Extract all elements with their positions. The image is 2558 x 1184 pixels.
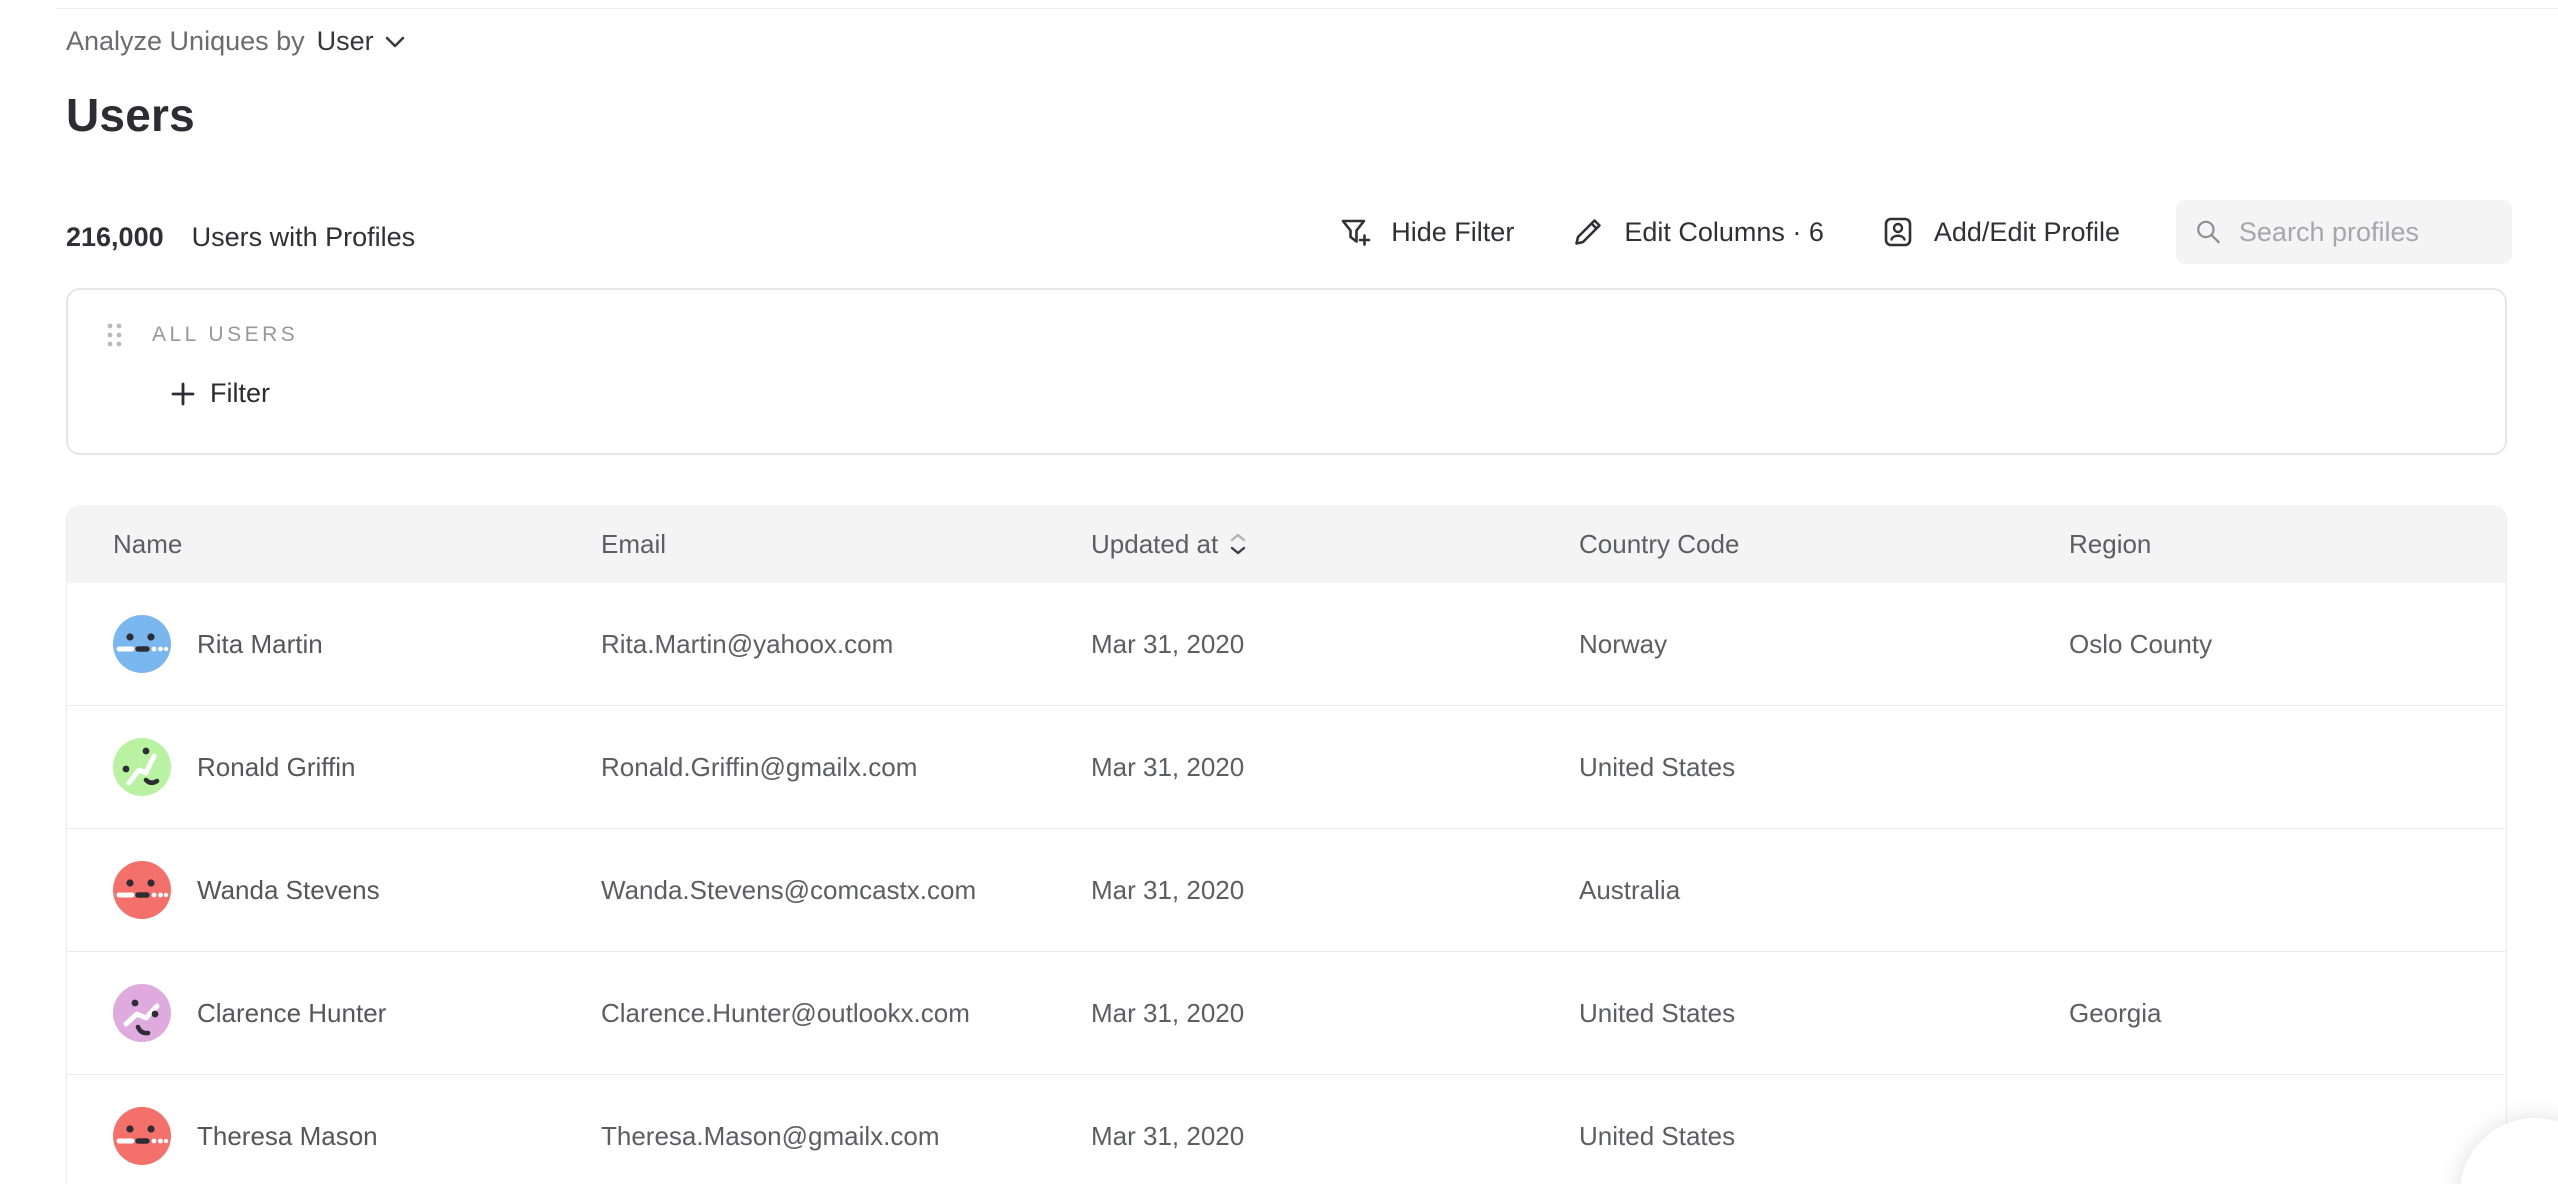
- sort-icon: [1230, 533, 1246, 555]
- user-email: Theresa.Mason@gmailx.com: [601, 1121, 1091, 1152]
- search-profiles-input[interactable]: [2239, 217, 2494, 248]
- avatar: [113, 738, 171, 796]
- column-header-email: Email: [601, 529, 1091, 560]
- table-row[interactable]: Theresa Mason Theresa.Mason@gmailx.com M…: [67, 1075, 2506, 1184]
- user-updated-at: Mar 31, 2020: [1091, 629, 1579, 660]
- analyze-uniques-label: Analyze Uniques by: [66, 26, 305, 57]
- user-email: Rita.Martin@yahoox.com: [601, 629, 1091, 660]
- profiles-count: 216,000: [66, 222, 164, 253]
- chevron-down-icon: [384, 35, 406, 49]
- avatar: [113, 984, 171, 1042]
- avatar: [113, 615, 171, 673]
- profiles-table: Name Email Updated at Country Code Regio…: [66, 505, 2507, 1184]
- column-header-updated-at[interactable]: Updated at: [1091, 529, 1579, 560]
- avatar: [113, 1107, 171, 1165]
- user-country: Norway: [1579, 629, 2069, 660]
- user-country: United States: [1579, 1121, 2069, 1152]
- search-icon: [2194, 215, 2223, 249]
- user-name: Wanda Stevens: [197, 875, 380, 906]
- profiles-count-row: 216,000 Users with Profiles: [66, 205, 415, 269]
- user-email: Clarence.Hunter@outlookx.com: [601, 998, 1091, 1029]
- profiles-count-label: Users with Profiles: [192, 222, 416, 253]
- column-header-name: Name: [67, 529, 601, 560]
- analyze-uniques-value: User: [317, 26, 374, 57]
- user-country: United States: [1579, 752, 2069, 783]
- user-updated-at: Mar 31, 2020: [1091, 875, 1579, 906]
- edit-columns-label: Edit Columns · 6: [1624, 217, 1824, 248]
- edit-columns-button[interactable]: Edit Columns · 6: [1570, 214, 1824, 250]
- user-updated-at: Mar 31, 2020: [1091, 752, 1579, 783]
- top-divider: [56, 8, 2558, 9]
- filter-card: ALL USERS Filter: [66, 288, 2507, 455]
- table-row[interactable]: Clarence Hunter Clarence.Hunter@outlookx…: [67, 952, 2506, 1075]
- search-profiles-box[interactable]: [2176, 200, 2512, 264]
- user-country: United States: [1579, 998, 2069, 1029]
- hide-filter-label: Hide Filter: [1391, 217, 1514, 248]
- filter-plus-icon: [1337, 214, 1373, 250]
- toolbar: Hide Filter Edit Columns · 6 Add/Edit Pr…: [1337, 198, 2512, 266]
- table-row[interactable]: Rita Martin Rita.Martin@yahoox.com Mar 3…: [67, 583, 2506, 706]
- analyze-uniques-dropdown[interactable]: User: [317, 26, 406, 57]
- table-header: Name Email Updated at Country Code Regio…: [67, 505, 2506, 583]
- user-email: Wanda.Stevens@comcastx.com: [601, 875, 1091, 906]
- user-name: Ronald Griffin: [197, 752, 356, 783]
- user-updated-at: Mar 31, 2020: [1091, 998, 1579, 1029]
- user-updated-at: Mar 31, 2020: [1091, 1121, 1579, 1152]
- add-edit-profile-label: Add/Edit Profile: [1934, 217, 2120, 248]
- user-region: Oslo County: [2069, 629, 2506, 660]
- users-page: Analyze Uniques by User Users 216,000 Us…: [0, 0, 2558, 1184]
- column-header-country-code: Country Code: [1579, 529, 2069, 560]
- user-email: Ronald.Griffin@gmailx.com: [601, 752, 1091, 783]
- user-name: Rita Martin: [197, 629, 323, 660]
- page-title: Users: [66, 88, 195, 142]
- add-filter-button[interactable]: Filter: [170, 378, 270, 409]
- analyze-uniques-row: Analyze Uniques by User: [66, 26, 406, 57]
- user-country: Australia: [1579, 875, 2069, 906]
- user-name: Clarence Hunter: [197, 998, 386, 1029]
- drag-handle-icon[interactable]: [104, 320, 126, 350]
- pencil-icon: [1570, 214, 1606, 250]
- user-name: Theresa Mason: [197, 1121, 378, 1152]
- hide-filter-button[interactable]: Hide Filter: [1337, 214, 1514, 250]
- table-row[interactable]: Wanda Stevens Wanda.Stevens@comcastx.com…: [67, 829, 2506, 952]
- user-region: Georgia: [2069, 998, 2506, 1029]
- table-row[interactable]: Ronald Griffin Ronald.Griffin@gmailx.com…: [67, 706, 2506, 829]
- plus-icon: [170, 381, 196, 407]
- profile-card-icon: [1880, 214, 1916, 250]
- avatar: [113, 861, 171, 919]
- add-filter-label: Filter: [210, 378, 270, 409]
- all-users-label: ALL USERS: [152, 323, 298, 347]
- column-header-region: Region: [2069, 529, 2506, 560]
- add-edit-profile-button[interactable]: Add/Edit Profile: [1880, 214, 2120, 250]
